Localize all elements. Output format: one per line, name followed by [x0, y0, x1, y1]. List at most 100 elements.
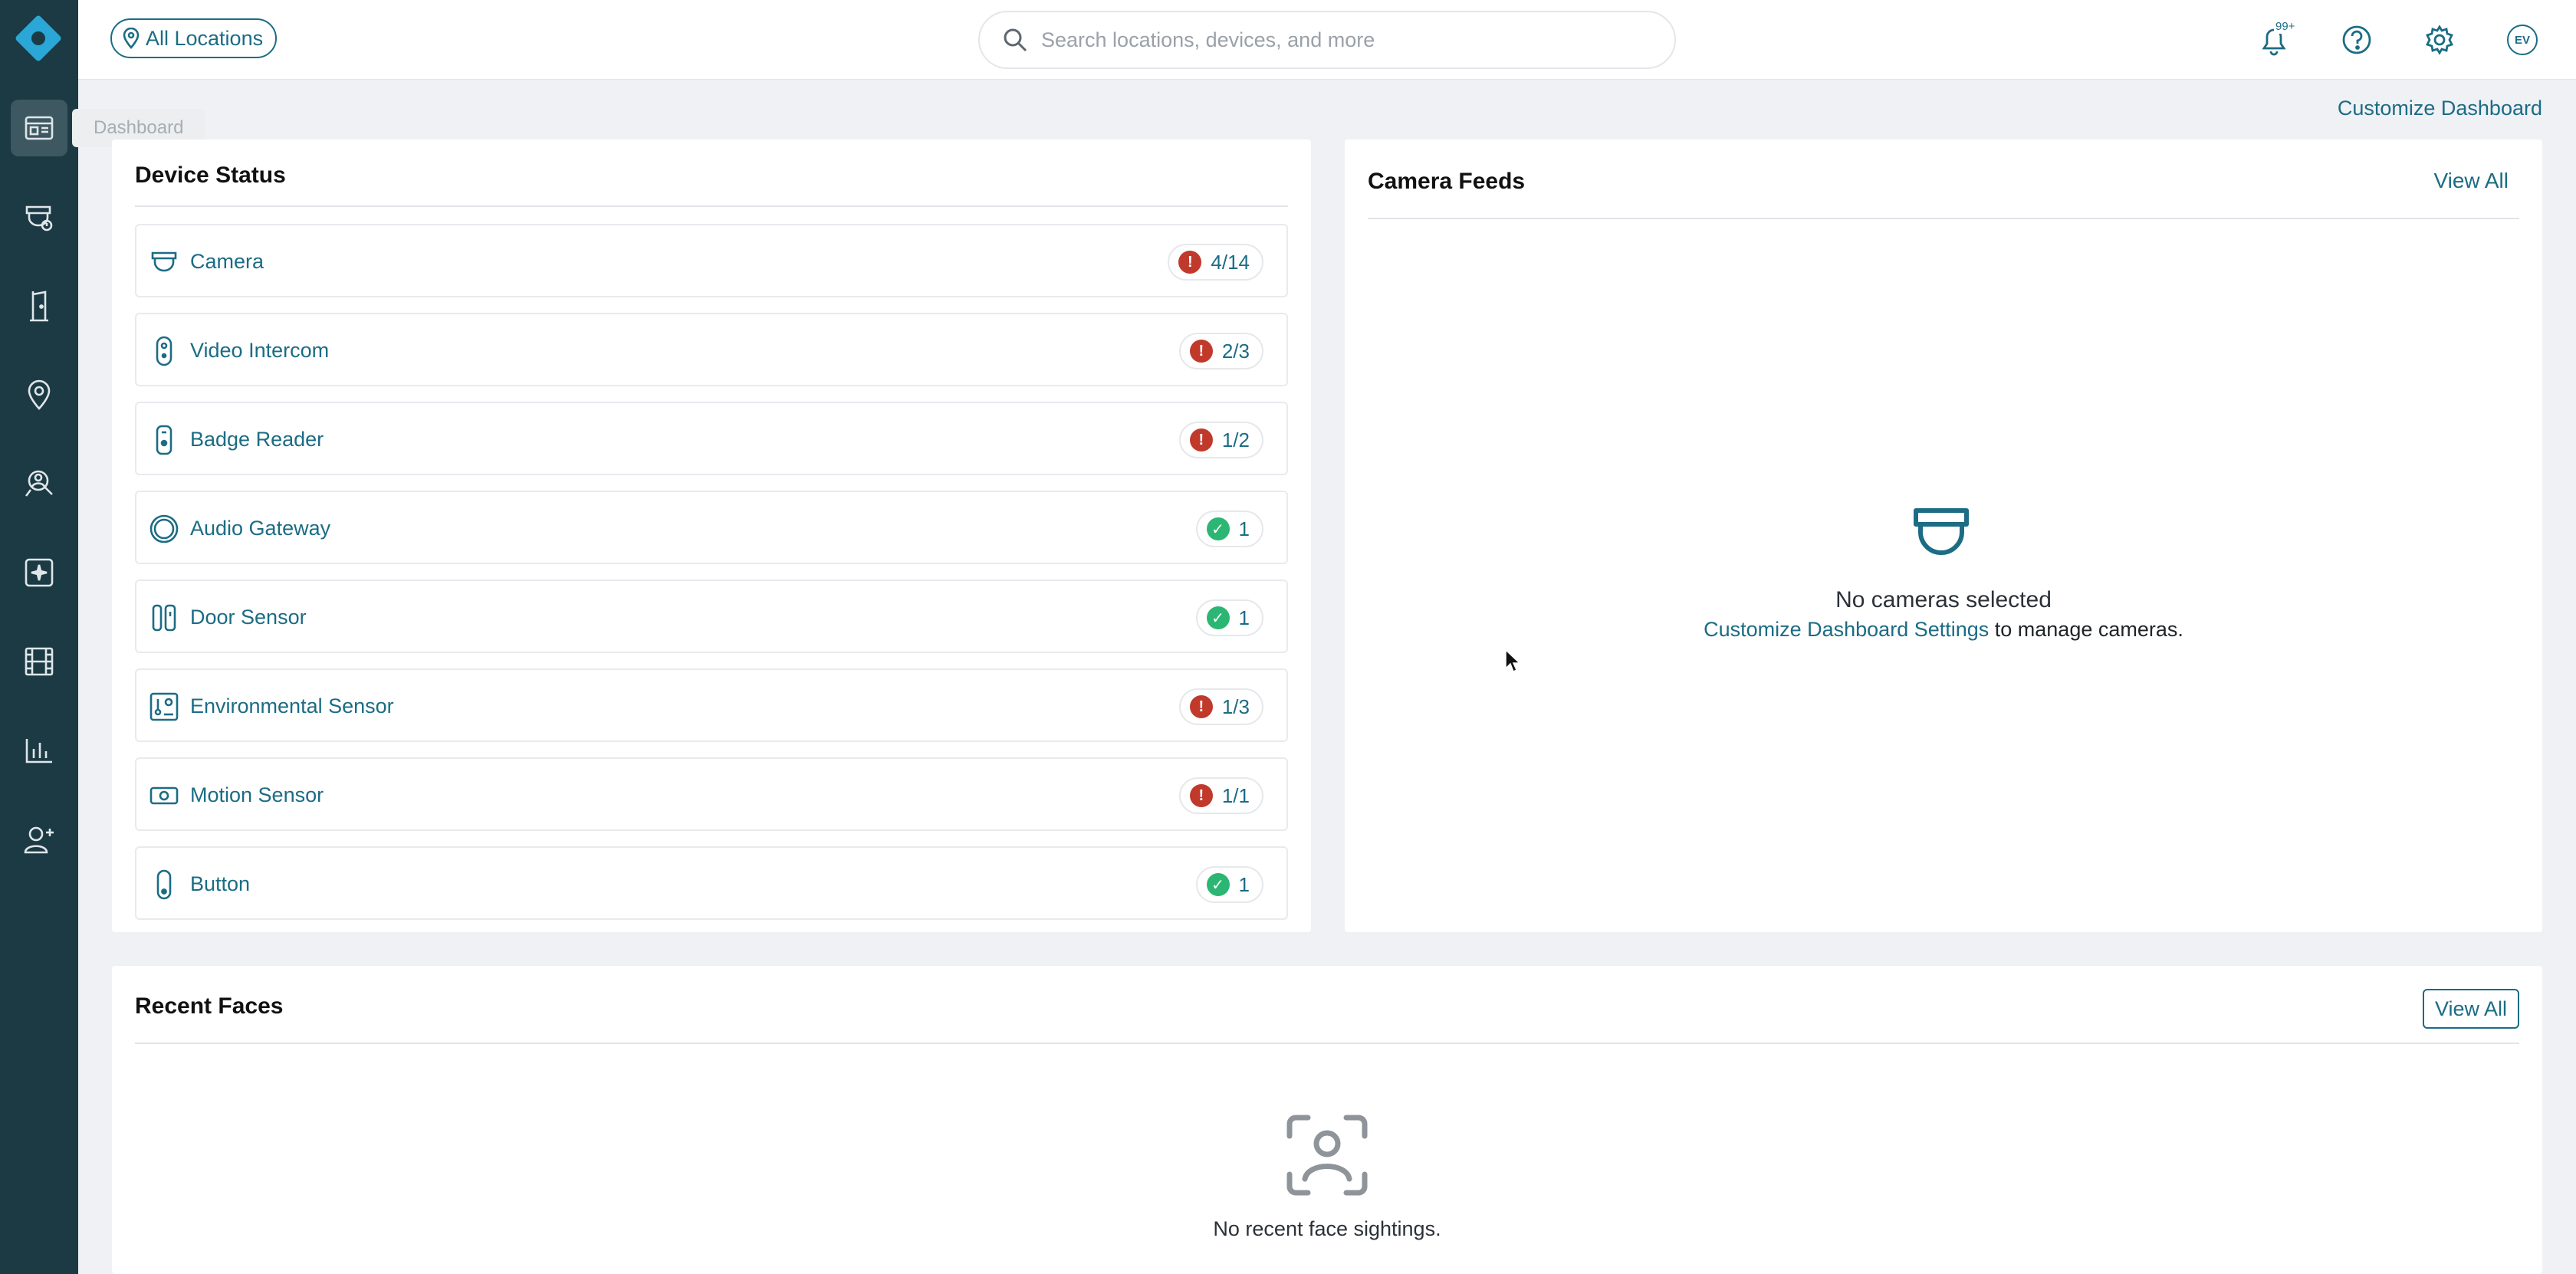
search-icon — [1004, 28, 1027, 52]
divider — [135, 1043, 2519, 1044]
recent-faces-title: Recent Faces — [135, 993, 284, 1019]
no-cameras-message-rest: to manage cameras. — [1989, 618, 2183, 641]
location-pin-icon — [28, 379, 51, 410]
sidebar — [0, 0, 78, 1274]
location-label: All Locations — [146, 26, 264, 50]
product-logo[interactable] — [14, 14, 63, 63]
door-icon — [30, 291, 48, 322]
environmental-sensor-icon — [149, 691, 179, 722]
mouse-cursor-icon — [1504, 648, 1521, 677]
status-count: 1/1 — [1221, 783, 1250, 807]
status-count: 1 — [1238, 517, 1250, 540]
device-row-button[interactable]: Button ✓ 1 — [135, 846, 1288, 920]
add-user-icon — [24, 826, 54, 854]
face-scan-icon — [1285, 1113, 1369, 1201]
check-icon: ✓ — [1206, 517, 1230, 540]
status-badge[interactable]: ! 2/3 — [1178, 333, 1263, 369]
status-count: 1 — [1238, 872, 1250, 896]
avatar: EV — [2507, 25, 2538, 55]
bar-chart-icon — [25, 739, 52, 763]
camera-feeds-view-all[interactable]: View All — [2433, 169, 2509, 193]
audio-gateway-icon — [149, 514, 179, 544]
status-badge[interactable]: ! 1/2 — [1178, 422, 1263, 458]
status-badge[interactable]: ✓ 1 — [1195, 866, 1263, 903]
error-icon: ! — [1189, 695, 1213, 718]
alarm-panel-icon — [25, 558, 54, 587]
no-faces-message: No recent face sightings. — [1213, 1217, 1441, 1240]
help-button[interactable] — [2334, 17, 2380, 63]
error-icon: ! — [1178, 251, 1202, 274]
no-cameras-title: No cameras selected — [1835, 587, 2052, 612]
device-row-camera[interactable]: Camera ! 4/14 — [135, 224, 1288, 297]
button-device-icon — [149, 869, 179, 900]
device-row-badge-reader[interactable]: Badge Reader ! 1/2 — [135, 402, 1288, 475]
status-badge[interactable]: ✓ 1 — [1195, 599, 1263, 636]
nav-people-search[interactable] — [11, 455, 67, 512]
camera-feeds-card: Camera Feeds View All No cameras selecte… — [1345, 140, 2542, 932]
nav-dashboard[interactable] — [11, 100, 67, 156]
door-sensor-icon — [149, 603, 179, 633]
customize-dashboard-settings-link[interactable]: Customize Dashboard Settings — [1704, 618, 1989, 641]
error-icon: ! — [1189, 784, 1213, 807]
dashboard-icon — [25, 116, 54, 140]
nav-access[interactable] — [11, 277, 67, 334]
status-badge[interactable]: ! 4/14 — [1168, 244, 1263, 281]
device-label: Video Intercom — [190, 339, 330, 362]
device-row-door-sensor[interactable]: Door Sensor ✓ 1 — [135, 580, 1288, 653]
status-count: 1 — [1238, 606, 1250, 629]
motion-sensor-icon — [149, 780, 179, 811]
global-search[interactable] — [978, 11, 1676, 69]
status-badge[interactable]: ! 1/1 — [1178, 777, 1263, 814]
device-row-audio-gateway[interactable]: Audio Gateway ✓ 1 — [135, 491, 1288, 564]
error-icon: ! — [1189, 340, 1213, 363]
camera-icon — [149, 247, 179, 277]
recent-faces-view-all-button[interactable]: View All — [2422, 989, 2519, 1029]
status-badge[interactable]: ✓ 1 — [1195, 511, 1263, 547]
top-bar: All Locations 99+ EV — [78, 0, 2576, 80]
location-selector[interactable]: All Locations — [110, 18, 278, 58]
gear-icon — [2426, 25, 2453, 55]
check-icon: ✓ — [1206, 873, 1230, 896]
device-label: Environmental Sensor — [190, 694, 394, 717]
divider — [135, 205, 1288, 207]
error-icon: ! — [1189, 428, 1213, 451]
status-badge[interactable]: ! 1/3 — [1178, 688, 1263, 725]
location-pin-icon — [123, 28, 140, 49]
search-input[interactable] — [1041, 28, 1639, 52]
customize-dashboard-link[interactable]: Customize Dashboard — [2338, 97, 2542, 120]
status-count: 4/14 — [1211, 250, 1250, 274]
device-label: Camera — [190, 250, 264, 273]
device-status-card: Device Status Camera ! 4/14 Video Interc… — [112, 140, 1311, 932]
nav-alarms[interactable] — [11, 544, 67, 601]
user-menu-button[interactable]: EV — [2499, 17, 2545, 63]
divider — [1368, 218, 2519, 219]
device-label: Badge Reader — [190, 428, 324, 451]
nav-locations[interactable] — [11, 366, 67, 423]
person-search-icon — [25, 470, 53, 497]
camera-icon — [25, 205, 53, 231]
badge-reader-icon — [149, 425, 179, 455]
device-label: Door Sensor — [190, 606, 307, 629]
device-row-video-intercom[interactable]: Video Intercom ! 2/3 — [135, 313, 1288, 386]
nav-cameras[interactable] — [11, 189, 67, 245]
nav-users[interactable] — [11, 811, 67, 868]
status-count: 1/2 — [1221, 428, 1250, 451]
device-status-title: Device Status — [135, 163, 286, 188]
device-label: Motion Sensor — [190, 783, 324, 806]
status-count: 2/3 — [1221, 339, 1250, 363]
device-label: Button — [190, 872, 251, 895]
camera-icon — [1911, 506, 1971, 565]
device-row-environmental-sensor[interactable]: Environmental Sensor ! 1/3 — [135, 668, 1288, 742]
nav-archives[interactable] — [11, 633, 67, 690]
film-icon — [25, 647, 54, 676]
notifications-button[interactable]: 99+ — [2251, 17, 2297, 63]
intercom-icon — [149, 336, 179, 366]
device-row-motion-sensor[interactable]: Motion Sensor ! 1/1 — [135, 757, 1288, 831]
device-label: Audio Gateway — [190, 517, 331, 540]
settings-button[interactable] — [2417, 17, 2463, 63]
status-count: 1/3 — [1221, 694, 1250, 718]
check-icon: ✓ — [1206, 606, 1230, 629]
recent-faces-card: Recent Faces View All No recent face sig… — [112, 966, 2542, 1274]
help-icon — [2342, 25, 2371, 54]
nav-analytics[interactable] — [11, 722, 67, 779]
